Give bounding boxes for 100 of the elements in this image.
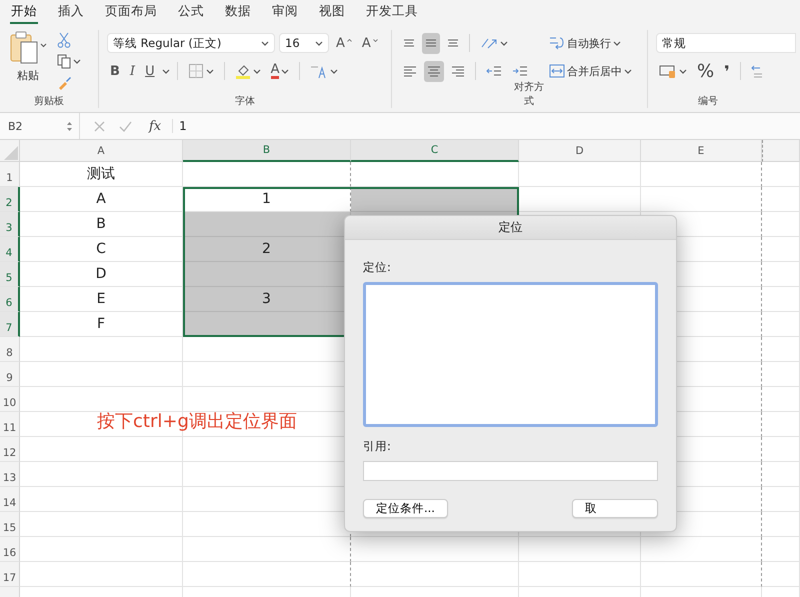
caret-icon [252,68,261,74]
comma-style-button[interactable]: ❜ [721,60,733,82]
align-right-icon [452,66,464,76]
caret-icon [206,68,214,74]
italic-button[interactable]: I [126,62,138,80]
align-bottom-icon [448,39,458,47]
row-header[interactable]: 2 [0,187,20,212]
row-header[interactable]: 14 [0,487,20,512]
name-box[interactable]: B2 [0,113,80,139]
increase-font-size-button[interactable]: A [333,34,355,52]
table-cell [762,512,800,537]
borders-icon [188,63,204,79]
clipboard-icon [8,30,48,66]
merge-center-button[interactable]: 合并后居中 [546,61,635,81]
ribbon-tab[interactable]: 审阅 [271,0,299,24]
row-header[interactable]: 10 [0,387,20,412]
row-header[interactable]: 13 [0,462,20,487]
row-header[interactable]: 5 [0,262,20,287]
table-cell [762,437,800,462]
insert-function-button[interactable]: fx [146,116,164,136]
dialog-button[interactable]: 定位条件... [363,499,448,518]
align-center-button[interactable] [424,60,444,82]
row-header[interactable]: 7 [0,312,20,337]
table-cell: E [20,287,183,312]
row-header[interactable]: 17 [0,562,20,587]
scissors-icon [57,32,71,48]
banknote-icon [659,63,677,79]
decrease-font-size-button[interactable]: A [358,34,381,52]
confirm-icon[interactable] [119,120,132,132]
field-label: 引用: [363,439,392,454]
ribbon-tab[interactable]: 数据 [224,0,252,24]
caret-icon [162,68,170,74]
row-header[interactable]: 12 [0,437,20,462]
column-header[interactable]: A [20,140,183,162]
table-cell [762,537,800,562]
row-header[interactable]: 1 [0,162,20,187]
font-family-dropdown[interactable]: 等线 Regular (正文) [107,33,275,53]
row-header[interactable]: 16 [0,537,20,562]
copy-icon [57,54,71,69]
caret-icon [613,40,621,46]
align-left-icon [404,66,416,76]
table-cell: C [20,237,183,262]
column-header[interactable]: B [183,140,351,162]
row-header[interactable]: 3 [0,212,20,237]
row-header[interactable]: 15 [0,512,20,537]
align-middle-icon [426,39,436,47]
align-top-icon [404,39,414,47]
annotation-text: 按下ctrl+g调出定位界面 [97,410,297,433]
caret-icon [281,68,290,74]
indent-icon [512,64,528,78]
number-format-dropdown[interactable]: 常规 [656,33,796,53]
row-header[interactable]: 4 [0,237,20,262]
row-header[interactable]: 8 [0,337,20,362]
row-header[interactable]: 6 [0,287,20,312]
align-middle-button[interactable] [422,32,440,54]
ribbon-tab[interactable]: 开发工具 [365,0,419,24]
table-cell [762,387,800,412]
table-cell [762,287,800,312]
ribbon-tab[interactable]: 页面布局 [104,0,158,24]
merge-cells-icon [549,63,565,79]
column-header[interactable]: E [641,140,762,162]
table-cell: F [20,312,183,337]
font-size-dropdown[interactable]: 16 [279,33,329,53]
table-cell [762,187,800,212]
ribbon-tab[interactable]: 视图 [318,0,346,24]
table-cell [762,462,800,487]
table-cell [762,362,800,387]
decimal-arrow-icon [750,63,765,79]
caret-icon [624,68,632,74]
paste-button[interactable]: 粘贴 [8,30,48,94]
row-header[interactable]: 9 [0,362,20,387]
table-cell [762,162,800,187]
table-cell [762,237,800,262]
caret-icon [261,40,269,46]
row-header[interactable]: 11 [0,412,20,437]
caret-icon [679,68,687,74]
underline-button[interactable]: U [142,62,158,80]
percent-button[interactable]: % [694,58,718,84]
font-color-button[interactable]: A [268,61,292,81]
group-label: 对齐方式 [513,80,545,108]
wrap-text-button[interactable]: 自动换行 [546,33,624,53]
dialog-button[interactable]: 取 [572,499,658,518]
outdent-icon [486,64,502,78]
cancel-icon[interactable] [94,120,105,132]
caret-icon [73,59,81,64]
ribbon-tab[interactable]: 插入 [57,0,85,24]
column-header[interactable]: C [351,140,519,162]
wrap-text-icon [549,35,565,51]
reference-field[interactable] [363,461,658,481]
table-cell: D [20,262,183,287]
bold-button[interactable]: B [107,62,123,80]
caret-icon [500,40,508,46]
group-label: 剪贴板 [34,94,64,108]
go-to-list[interactable] [363,282,658,427]
column-header[interactable]: D [519,140,641,162]
ribbon-tab[interactable]: 公式 [177,0,205,24]
dialog-title: 定位 [345,216,676,240]
field-label: 定位: [363,260,392,275]
table-cell [762,212,800,237]
align-center-icon [428,66,440,76]
